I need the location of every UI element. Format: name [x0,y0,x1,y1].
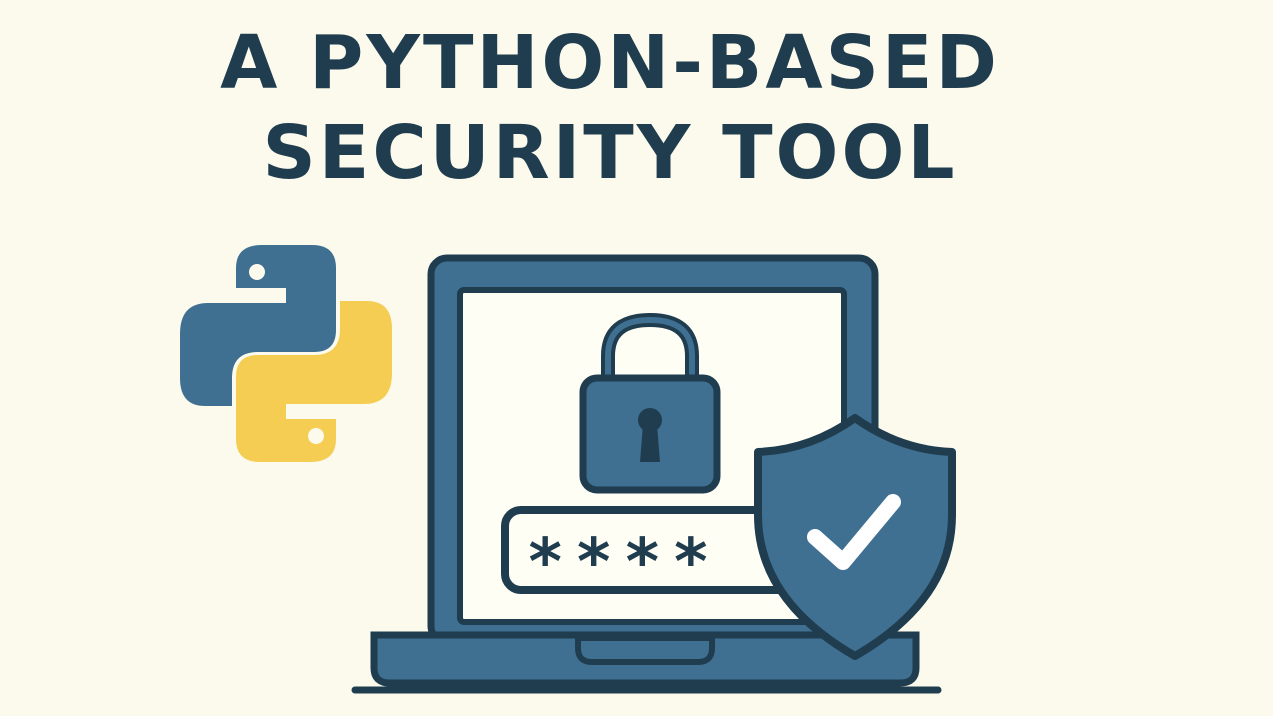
padlock-keyhole-bottom [640,425,660,462]
python-logo-icon [180,245,392,462]
laptop-notch [575,635,715,665]
password-field: **** [501,506,799,600]
security-illustration: **** [180,245,956,694]
password-field-value: **** [526,526,720,600]
python-logo-eye-bottom [308,428,324,444]
poster: A PYTHON-BASED SECURITY TOOL **** [0,0,1273,716]
python-logo-eye-top [249,264,265,280]
